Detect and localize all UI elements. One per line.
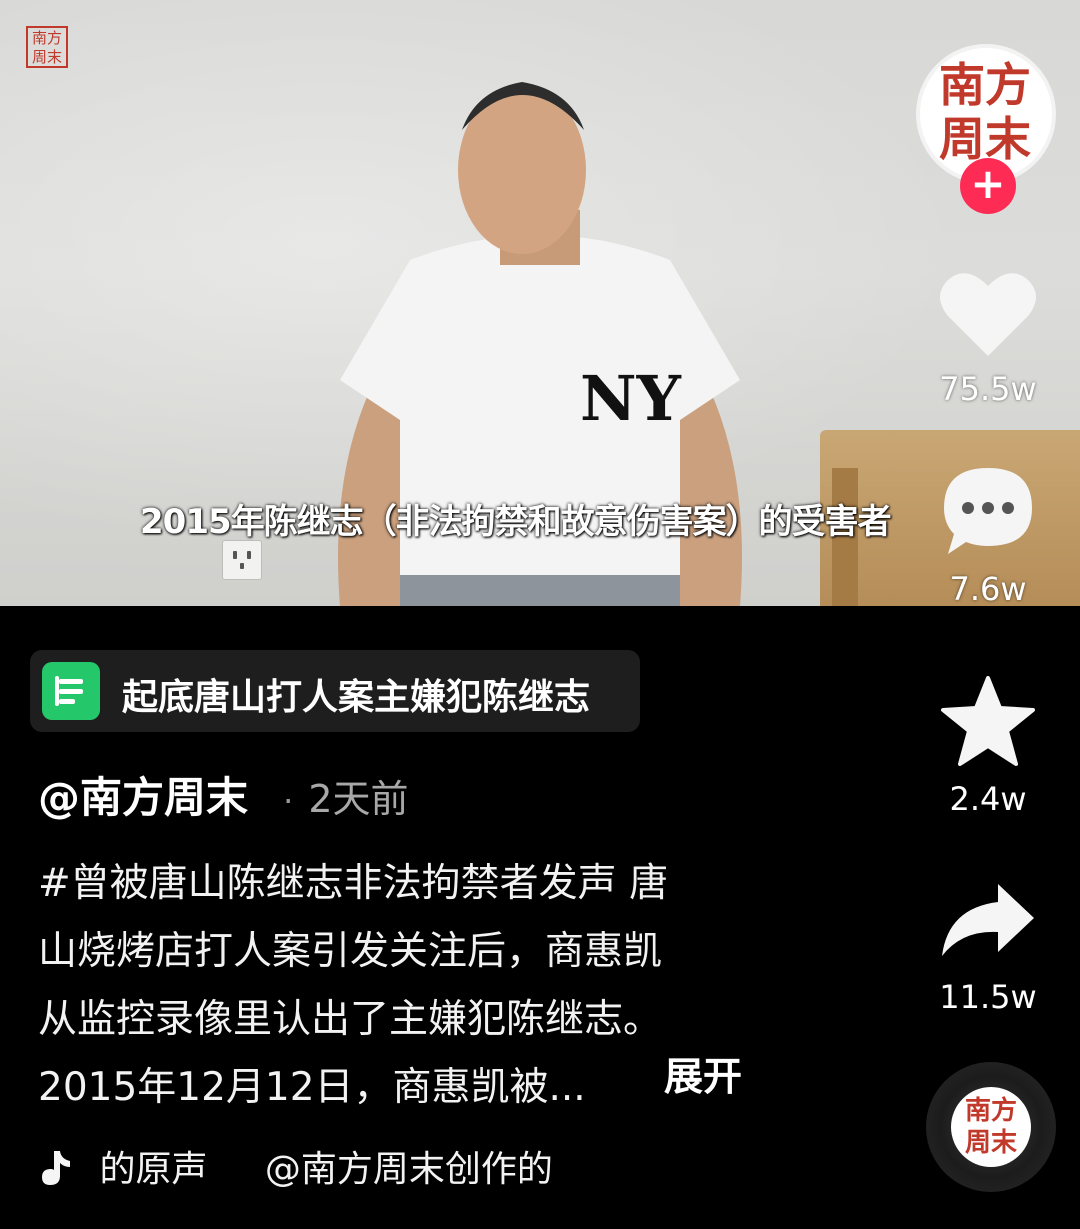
disc-logo-text: 南方周末 [964, 1096, 1017, 1158]
follow-button[interactable]: + [960, 158, 1016, 214]
music-label: 的原声 [99, 1149, 208, 1190]
author-line: @南方周末 · 2天前 [38, 764, 409, 825]
svg-text:NY: NY [580, 362, 682, 435]
expand-button[interactable]: 展开 [664, 1046, 742, 1102]
description-line: 从监控录像里认出了主嫌犯陈继志。 [38, 997, 663, 1042]
topic-label: 起底唐山打人案主嫌犯陈继志 [122, 677, 591, 718]
author-name[interactable]: @南方周末 [38, 773, 248, 822]
comment-count: 7.6w [949, 570, 1027, 608]
channel-watermark: 南方周末 [26, 26, 68, 68]
doc-icon [42, 662, 100, 720]
description-line: 2015年12月12日，商惠凯被... [38, 1065, 586, 1110]
share-count: 11.5w [939, 978, 1037, 1016]
like-count: 75.5w [939, 370, 1037, 408]
music-disc[interactable]: 南方周末 [926, 1062, 1056, 1192]
music-credit: @南方周末创作的 [264, 1149, 553, 1190]
comment-icon[interactable] [940, 464, 1036, 558]
video-player[interactable]: NY 南方周末 2015年陈继志（非法拘禁和故意伤害案）的受害者 [0, 0, 1080, 606]
music-note-icon [42, 1151, 70, 1185]
separator-dot: · [283, 782, 294, 820]
avatar-seal: 南方周末 [930, 58, 1042, 170]
description-line: 山烧烤店打人案引发关注后，商惠凯 [38, 929, 663, 974]
description-line: #曾被唐山陈继志非法拘禁者发声 唐 [38, 861, 669, 906]
wall-outlet [222, 540, 262, 580]
video-caption: 2015年陈继志（非法拘禁和故意伤害案）的受害者 [140, 502, 892, 542]
avatar-text: 南方周末 [939, 58, 1031, 166]
post-time: 2天前 [308, 777, 409, 821]
star-icon[interactable] [940, 676, 1036, 766]
music-bar[interactable]: 的原声 @南方周末创作的 [38, 1140, 553, 1192]
favorite-count: 2.4w [949, 780, 1027, 818]
topic-chip[interactable]: 起底唐山打人案主嫌犯陈继志 [30, 650, 640, 732]
post-description[interactable]: #曾被唐山陈继志非法拘禁者发声 唐 山烧烤店打人案引发关注后，商惠凯 从监控录像… [38, 850, 758, 1122]
disc-logo: 南方周末 [951, 1087, 1031, 1167]
watermark-text: 南方周末 [31, 29, 62, 66]
heart-icon[interactable] [938, 268, 1038, 360]
share-icon[interactable] [938, 880, 1038, 960]
